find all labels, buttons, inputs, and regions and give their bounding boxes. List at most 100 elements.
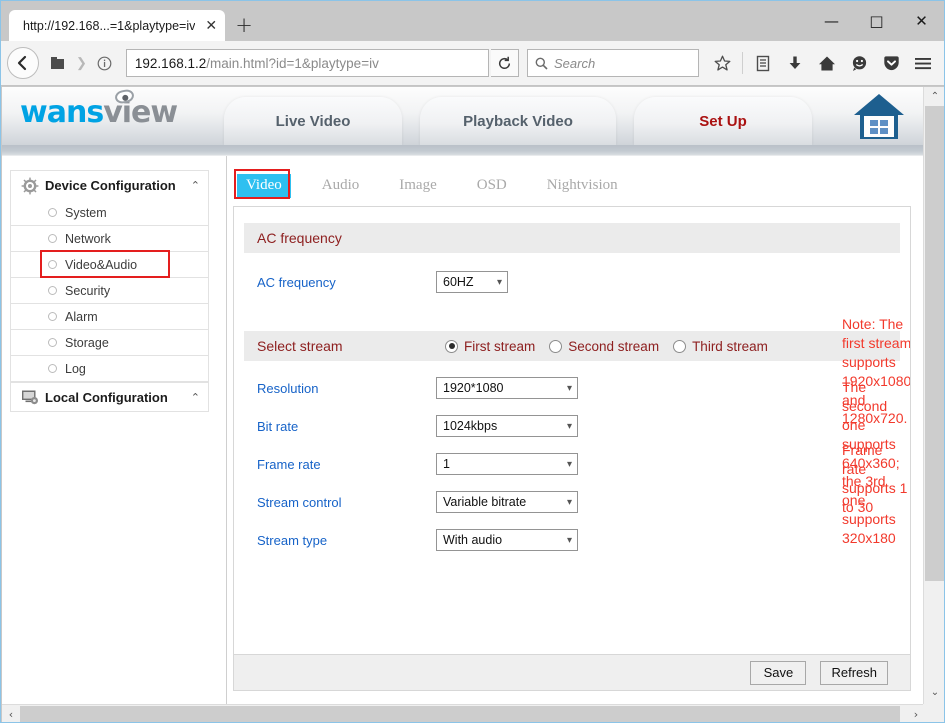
pocket-icon[interactable] [876, 48, 906, 78]
vertical-scroll-thumb[interactable] [925, 106, 945, 581]
chevron-up-icon[interactable]: ⌃ [191, 391, 200, 404]
save-button[interactable]: Save [750, 661, 806, 685]
tab-audio[interactable]: Audio [313, 174, 369, 198]
logo-text-gray: view [103, 95, 177, 130]
reload-icon[interactable] [491, 49, 519, 77]
vertical-scrollbar[interactable]: ⌃ ⌄ [923, 87, 945, 704]
panel-footer: Save Refresh [234, 654, 910, 690]
maximize-icon[interactable]: □ [854, 1, 899, 41]
field-label: Resolution [244, 381, 436, 396]
bookmark-star-icon[interactable] [707, 48, 737, 78]
home-icon[interactable] [812, 48, 842, 78]
resolution-select[interactable]: 1920*1080 ▾ [436, 377, 578, 399]
search-placeholder: Search [554, 56, 595, 71]
nav-tab-playback-video[interactable]: Playback Video [420, 97, 616, 145]
bit-rate-select[interactable]: 1024kbps ▾ [436, 415, 578, 437]
page-viewport: wansview Live Video Playback Video Set U… [2, 87, 945, 723]
tab-osd[interactable]: OSD [468, 174, 516, 198]
select-value: 60HZ [443, 275, 489, 289]
select-value: 1920*1080 [443, 381, 559, 395]
url-bar[interactable]: 192.168.1.2/main.html?id=1&playtype=iv [126, 49, 489, 77]
chevron-right-icon: ❯ [76, 55, 87, 71]
url-text: 192.168.1.2/main.html?id=1&playtype=iv [135, 56, 379, 71]
wansview-logo: wansview [20, 95, 177, 130]
gear-icon [21, 177, 39, 195]
close-icon[interactable]: ✕ [205, 19, 217, 33]
horizontal-scroll-thumb[interactable] [20, 706, 900, 722]
select-value: With audio [443, 533, 559, 547]
scroll-up-icon[interactable]: ⌃ [924, 87, 945, 106]
page-info-icon[interactable] [90, 48, 120, 78]
sidebar-item-system[interactable]: System [10, 200, 209, 226]
tab-image[interactable]: Image [390, 174, 445, 198]
nav-tab-live-video[interactable]: Live Video [224, 97, 402, 145]
tab-label: Nightvision [547, 177, 618, 193]
frame-rate-select[interactable]: 1 ▾ [436, 453, 578, 475]
web-page: wansview Live Video Playback Video Set U… [2, 87, 923, 704]
home-house-icon[interactable] [851, 91, 907, 143]
chevron-down-icon: ▾ [567, 459, 572, 470]
sidebar-item-video-audio[interactable]: Video&Audio [10, 252, 209, 278]
url-path: /main.html?id=1&playtype=iv [206, 56, 379, 71]
tab-label: Video [246, 177, 282, 193]
radio-second-stream[interactable]: Second stream [549, 339, 659, 354]
sidebar-group-device-configuration[interactable]: Device Configuration ⌃ [10, 170, 209, 200]
radio-label: Third stream [692, 339, 768, 354]
sidebar-item-network[interactable]: Network [10, 226, 209, 252]
scrollbar-corner [923, 704, 945, 723]
nav-tab-set-up[interactable]: Set Up [634, 97, 812, 145]
library-icon[interactable] [748, 48, 778, 78]
field-label: Frame rate [244, 457, 436, 472]
field-row-frame-rate: Frame rate 1 ▾ [244, 445, 910, 483]
downloads-icon[interactable] [780, 48, 810, 78]
tab-video[interactable]: Video [237, 174, 291, 198]
field-label: Bit rate [244, 419, 436, 434]
radio-third-stream[interactable]: Third stream [673, 339, 768, 354]
annotation-note-frame-rate: Frame rate supports 1 to 30 [842, 441, 910, 517]
sidebar-item-alarm[interactable]: Alarm [10, 304, 209, 330]
browser-tab[interactable]: http://192.168...=1&playtype=iv ✕ [9, 10, 225, 41]
browser-window: http://192.168...=1&playtype=iv ✕ + — □ … [0, 0, 945, 723]
sidebar-item-storage[interactable]: Storage [10, 330, 209, 356]
stream-type-select[interactable]: With audio ▾ [436, 529, 578, 551]
search-input[interactable]: Search [527, 49, 699, 77]
bullet-icon [48, 338, 57, 347]
bullet-icon [48, 286, 57, 295]
sidebar: Device Configuration ⌃ System Network Vi… [2, 156, 227, 704]
horizontal-scrollbar[interactable]: ‹ › [2, 704, 945, 723]
back-icon[interactable] [7, 47, 39, 79]
url-host: 192.168.1.2 [135, 56, 206, 71]
stream-control-select[interactable]: Variable bitrate ▾ [436, 491, 578, 513]
new-tab-button[interactable]: + [229, 10, 259, 40]
ac-frequency-select[interactable]: 60HZ ▾ [436, 271, 508, 293]
close-window-icon[interactable]: ✕ [899, 1, 944, 41]
minimize-icon[interactable]: — [809, 1, 854, 41]
section-title: AC frequency [257, 230, 342, 246]
settings-panel: AC frequency AC frequency 60HZ ▾ Select … [233, 206, 911, 691]
scroll-left-icon[interactable]: ‹ [2, 705, 20, 723]
field-label: AC frequency [244, 275, 436, 290]
sidebar-item-log[interactable]: Log [10, 356, 209, 382]
chevron-up-icon[interactable]: ⌃ [191, 179, 200, 192]
forward-icon [43, 48, 73, 78]
window-controls: — □ ✕ [809, 1, 944, 41]
sidebar-item-label: System [65, 206, 107, 220]
smiley-face-icon[interactable] [844, 48, 874, 78]
radio-first-stream[interactable]: First stream [445, 339, 535, 354]
tab-strip: http://192.168...=1&playtype=iv ✕ + [1, 1, 259, 41]
sidebar-item-security[interactable]: Security [10, 278, 209, 304]
section-header-ac-frequency: AC frequency [244, 223, 900, 253]
scroll-down-icon[interactable]: ⌄ [924, 683, 945, 702]
sidebar-item-label: Video&Audio [65, 258, 137, 272]
radio-label: Second stream [568, 339, 659, 354]
tab-label: OSD [477, 177, 507, 193]
field-row-bit-rate: Bit rate 1024kbps ▾ [244, 407, 910, 445]
hamburger-menu-icon[interactable] [908, 48, 938, 78]
sidebar-item-label: Storage [65, 336, 109, 350]
tab-nightvision[interactable]: Nightvision [538, 174, 627, 198]
site-header: wansview Live Video Playback Video Set U… [2, 87, 923, 145]
radio-icon [445, 340, 458, 353]
sidebar-group-local-configuration[interactable]: Local Configuration ⌃ [10, 382, 209, 412]
browser-tab-title: http://192.168...=1&playtype=iv [23, 19, 195, 33]
refresh-button[interactable]: Refresh [820, 661, 888, 685]
